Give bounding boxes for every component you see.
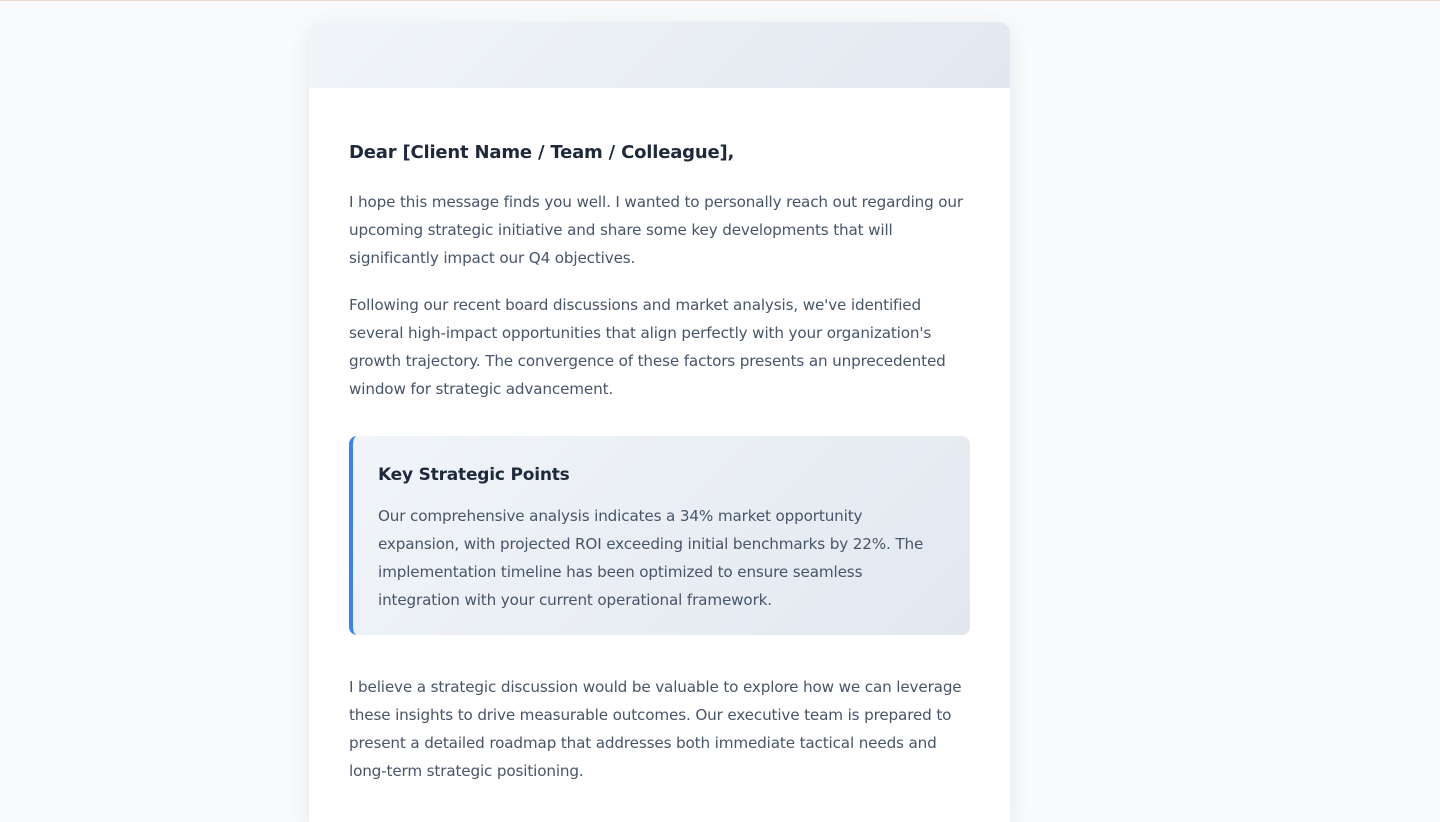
callout-title: Key Strategic Points (378, 465, 570, 485)
letter-header-banner (309, 22, 1010, 88)
letter-card: Dear [Client Name / Team / Colleague], I… (309, 22, 1010, 822)
letter-paragraph-analysis: Following our recent board discussions a… (349, 296, 946, 398)
letter-body: Dear [Client Name / Team / Colleague], I… (309, 88, 1010, 785)
key-points-callout: Key Strategic Points Our comprehensive a… (349, 436, 970, 635)
letter-paragraph-intro: I hope this message finds you well. I wa… (349, 193, 964, 267)
letter-paragraph-closing: I believe a strategic discussion would b… (349, 678, 962, 780)
letter-greeting: Dear [Client Name / Team / Colleague], (349, 142, 735, 163)
top-divider (0, 0, 1440, 1)
callout-text: Our comprehensive analysis indicates a 3… (378, 507, 924, 609)
